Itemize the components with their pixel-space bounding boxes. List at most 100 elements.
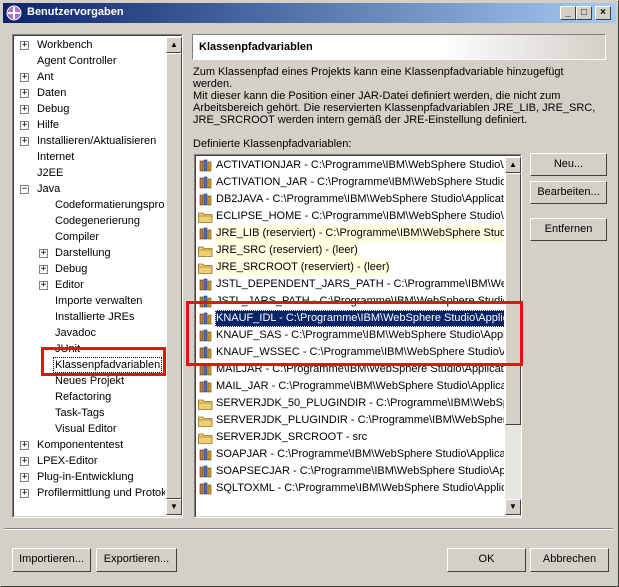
tree-item[interactable]: Javadoc bbox=[15, 325, 165, 341]
jar-icon bbox=[199, 159, 212, 172]
expand-icon[interactable]: + bbox=[20, 73, 29, 82]
tree-item[interactable]: Agent Controller bbox=[15, 53, 165, 69]
variable-row[interactable]: JRE_SRC (reserviert) - (leer) bbox=[197, 242, 504, 259]
tree-item[interactable]: Visual Editor bbox=[15, 421, 165, 437]
folder-icon bbox=[198, 246, 213, 257]
scroll-down-icon[interactable]: ▼ bbox=[505, 499, 521, 515]
ok-button[interactable]: OK bbox=[447, 548, 526, 572]
edit-button[interactable]: Bearbeiten... bbox=[530, 181, 607, 204]
tree-item[interactable]: J2EE bbox=[15, 165, 165, 181]
expand-icon[interactable]: + bbox=[20, 137, 29, 146]
preference-tree: + Workbench Agent Controller + Ant + Daten + Deb… bbox=[12, 34, 183, 518]
new-button[interactable]: Neu... bbox=[530, 153, 607, 176]
cancel-button[interactable]: Abbrechen bbox=[530, 548, 609, 572]
tree-item[interactable]: Codeformatierungsprogramm bbox=[15, 197, 165, 213]
title-bar[interactable]: Benutzervorgaben _ □ × bbox=[3, 3, 616, 23]
variable-label: ACTIVATION_JAR - C:\Programme\IBM\WebSph… bbox=[216, 176, 504, 188]
variable-label: MAIL_JAR - C:\Programme\IBM\WebSphere St… bbox=[216, 380, 504, 392]
tree-item[interactable]: Task-Tags bbox=[15, 405, 165, 421]
tree-item-label: Profilermittlung und Protokollierung bbox=[37, 487, 165, 499]
expand-icon[interactable]: + bbox=[20, 441, 29, 450]
tree-item[interactable]: − Java bbox=[15, 181, 165, 197]
import-button[interactable]: Importieren... bbox=[12, 548, 91, 572]
variable-row[interactable]: SQLTOXML - C:\Programme\IBM\WebSphere St… bbox=[197, 480, 504, 497]
variable-row[interactable]: SERVERJDK_50_PLUGINDIR - C:\Programme\IB… bbox=[197, 395, 504, 412]
variable-row[interactable]: MAIL_JAR - C:\Programme\IBM\WebSphere St… bbox=[197, 378, 504, 395]
tree-item[interactable]: Codegenerierung bbox=[15, 213, 165, 229]
expand-icon[interactable]: + bbox=[20, 41, 29, 50]
expand-icon[interactable]: + bbox=[20, 473, 29, 482]
tree-item[interactable]: + Darstellung bbox=[15, 245, 165, 261]
tree-scrollbar[interactable]: ▲ ▼ bbox=[166, 37, 182, 515]
variable-row[interactable]: ECLIPSE_HOME - C:\Programme\IBM\WebSpher… bbox=[197, 208, 504, 225]
variable-row[interactable]: SOAPJAR - C:\Programme\IBM\WebSphere Stu… bbox=[197, 446, 504, 463]
expand-icon[interactable]: + bbox=[39, 281, 48, 290]
footer-separator bbox=[4, 528, 613, 530]
tree-item[interactable]: + Debug bbox=[15, 261, 165, 277]
page-title: Klassenpfadvariablen bbox=[199, 41, 313, 53]
tree-item[interactable]: + LPEX-Editor bbox=[15, 453, 165, 469]
tree-item[interactable]: + Profilermittlung und Protokollierung bbox=[15, 485, 165, 501]
tree-item-label: Task-Tags bbox=[55, 407, 105, 419]
variable-row[interactable]: SOAPSECJAR - C:\Programme\IBM\WebSphere … bbox=[197, 463, 504, 480]
close-button[interactable]: × bbox=[595, 6, 611, 20]
jar-icon bbox=[199, 193, 212, 206]
export-button[interactable]: Exportieren... bbox=[96, 548, 177, 572]
tree-item[interactable]: Compiler bbox=[15, 229, 165, 245]
variable-row[interactable]: ACTIVATION_JAR - C:\Programme\IBM\WebSph… bbox=[197, 174, 504, 191]
expand-icon[interactable]: + bbox=[39, 249, 48, 258]
collapse-icon[interactable]: − bbox=[20, 185, 29, 194]
expand-icon[interactable]: + bbox=[20, 457, 29, 466]
tree-item-label: LPEX-Editor bbox=[37, 455, 98, 467]
tree-item[interactable]: Importe verwalten bbox=[15, 293, 165, 309]
jar-icon bbox=[199, 278, 212, 291]
scroll-thumb[interactable] bbox=[505, 173, 521, 425]
tree-item[interactable]: + Workbench bbox=[15, 37, 165, 53]
expand-icon[interactable]: + bbox=[20, 121, 29, 130]
tree-item[interactable]: Refactoring bbox=[15, 389, 165, 405]
variable-label: SERVERJDK_SRCROOT - src bbox=[216, 431, 368, 443]
expand-icon[interactable]: + bbox=[20, 489, 29, 498]
expand-icon[interactable]: + bbox=[20, 105, 29, 114]
tree-item[interactable]: Internet bbox=[15, 149, 165, 165]
expand-icon[interactable]: + bbox=[20, 89, 29, 98]
variable-label: SERVERJDK_50_PLUGINDIR - C:\Programme\IB… bbox=[216, 397, 504, 409]
tree-item-label: Codeformatierungsprogramm bbox=[55, 199, 165, 211]
app-icon bbox=[6, 5, 22, 21]
tree-item[interactable]: + Editor bbox=[15, 277, 165, 293]
tree-item[interactable]: + Daten bbox=[15, 85, 165, 101]
jar-icon bbox=[199, 176, 212, 189]
maximize-button[interactable]: □ bbox=[576, 6, 592, 20]
variable-row[interactable]: SERVERJDK_SRCROOT - src bbox=[197, 429, 504, 446]
variable-row[interactable]: ACTIVATIONJAR - C:\Programme\IBM\WebSphe… bbox=[197, 157, 504, 174]
tree-item[interactable]: + Komponententest bbox=[15, 437, 165, 453]
variable-row[interactable]: JSTL_DEPENDENT_JARS_PATH - C:\Programme\… bbox=[197, 276, 504, 293]
variable-row[interactable]: DB2JAVA - C:\Programme\IBM\WebSphere Stu… bbox=[197, 191, 504, 208]
variable-label: DB2JAVA - C:\Programme\IBM\WebSphere Stu… bbox=[216, 193, 504, 205]
scroll-up-icon[interactable]: ▲ bbox=[505, 157, 521, 173]
tree-item[interactable]: + Installieren/Aktualisieren bbox=[15, 133, 165, 149]
description-line: Zum Klassenpfad eines Projekts kann eine… bbox=[193, 66, 564, 90]
variable-row[interactable]: JRE_SRCROOT (reserviert) - (leer) bbox=[197, 259, 504, 276]
tree-items: + Workbench Agent Controller + Ant + Daten + Deb… bbox=[15, 37, 165, 515]
scroll-thumb[interactable] bbox=[166, 53, 182, 499]
tree-item[interactable]: + Debug bbox=[15, 101, 165, 117]
tree-item[interactable]: + Hilfe bbox=[15, 117, 165, 133]
folder-icon bbox=[198, 433, 213, 444]
tree-item-label: Visual Editor bbox=[55, 423, 117, 435]
tree-item-label: Editor bbox=[55, 279, 84, 291]
tree-item[interactable]: Installierte JREs bbox=[15, 309, 165, 325]
scroll-up-icon[interactable]: ▲ bbox=[166, 37, 182, 53]
tree-item-label: Darstellung bbox=[55, 247, 111, 259]
tree-item[interactable]: + Ant bbox=[15, 69, 165, 85]
remove-button[interactable]: Entfernen bbox=[530, 218, 607, 241]
description-line: Arbeitsbereich gehört. Die reservierten … bbox=[193, 102, 596, 114]
jar-icon bbox=[199, 482, 212, 495]
scroll-down-icon[interactable]: ▼ bbox=[166, 499, 182, 515]
jar-icon bbox=[199, 465, 212, 478]
tree-item[interactable]: + Plug-in-Entwicklung bbox=[15, 469, 165, 485]
variable-row[interactable]: JRE_LIB (reserviert) - C:\Programme\IBM\… bbox=[197, 225, 504, 242]
expand-icon[interactable]: + bbox=[39, 265, 48, 274]
minimize-button[interactable]: _ bbox=[560, 6, 576, 20]
variable-row[interactable]: SERVERJDK_PLUGINDIR - C:\Programme\IBM\W… bbox=[197, 412, 504, 429]
